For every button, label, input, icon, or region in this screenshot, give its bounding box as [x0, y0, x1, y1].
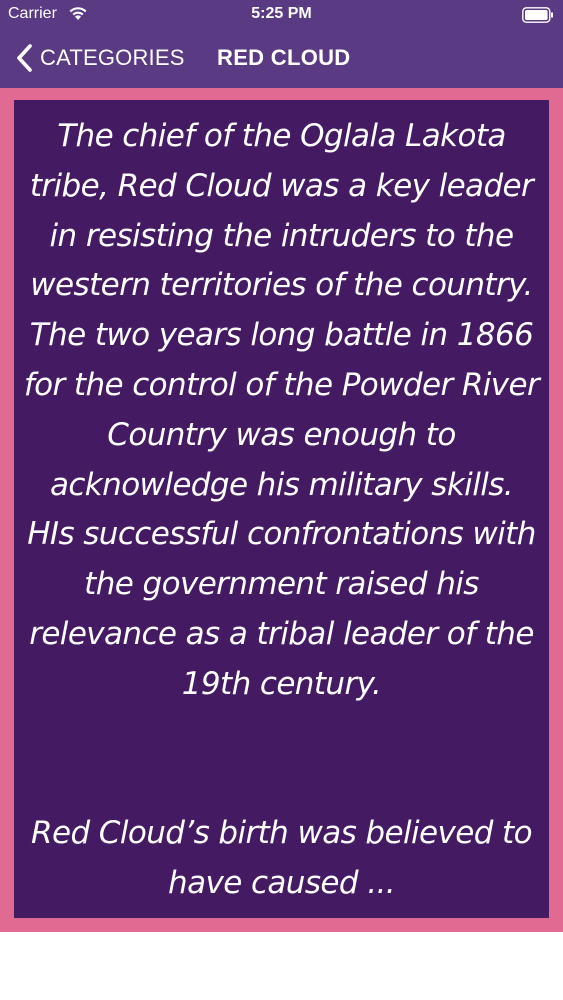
chevron-left-icon — [17, 44, 32, 72]
back-button[interactable]: CATEGORIES — [14, 42, 185, 74]
article-text: The chief of the Oglala Lakota tribe, Re… — [23, 118, 540, 901]
article-scroll-view[interactable]: The chief of the Oglala Lakota tribe, Re… — [14, 100, 549, 918]
back-button-label: CATEGORIES — [40, 45, 185, 70]
page-title: RED CLOUD — [217, 45, 351, 70]
navigation-bar: CATEGORIES RED CLOUD — [0, 30, 563, 88]
content-frame: The chief of the Oglala Lakota tribe, Re… — [0, 88, 563, 932]
status-bar: Carrier 5:25 PM — [0, 0, 563, 30]
battery-icon — [522, 7, 553, 23]
header: Carrier 5:25 PM CATEGORIES RED CLOUD — [0, 0, 563, 88]
status-time: 5:25 PM — [251, 5, 312, 22]
